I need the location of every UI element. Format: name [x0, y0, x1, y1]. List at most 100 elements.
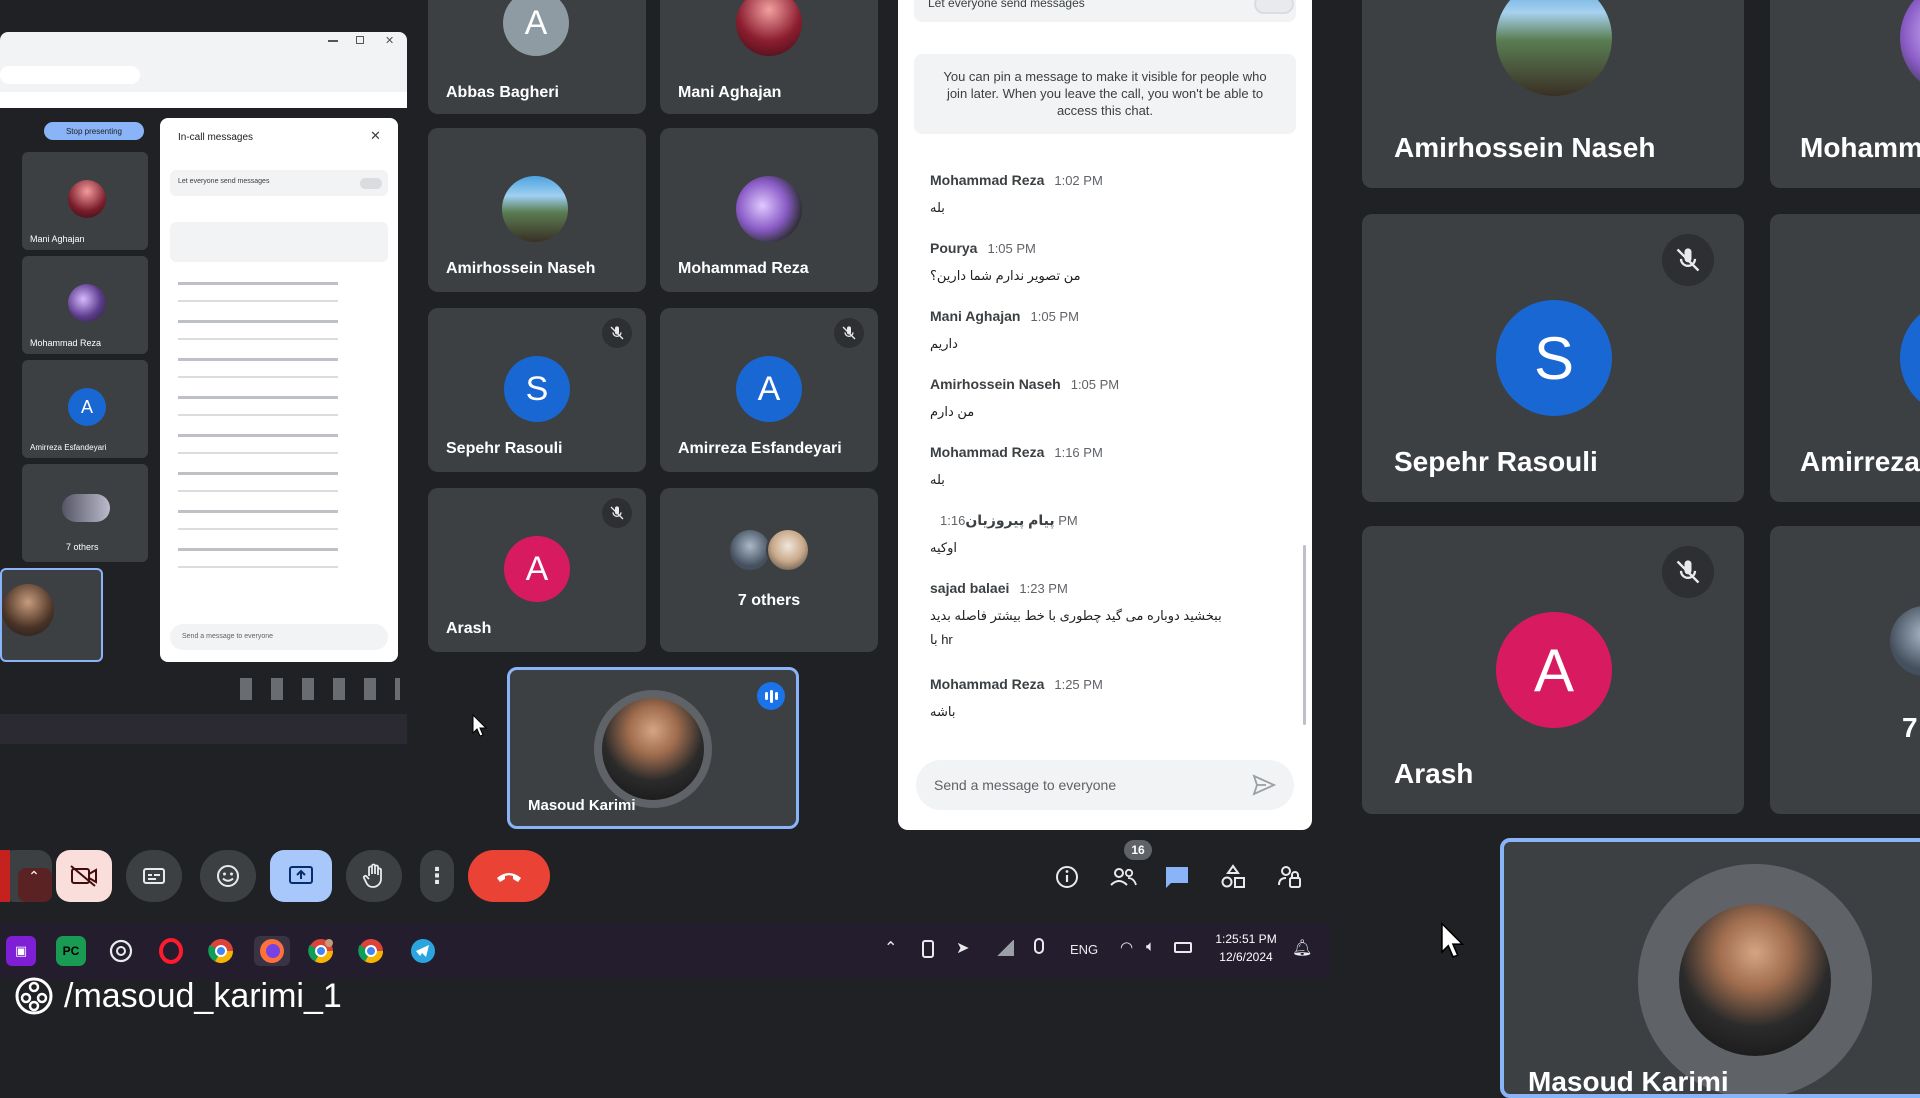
participant-tile-large[interactable]: Amirhossein Naseh [1362, 0, 1744, 188]
send-messages-toggle[interactable] [1254, 0, 1294, 14]
firefox-icon[interactable] [254, 936, 290, 966]
close-icon[interactable]: ✕ [385, 34, 394, 47]
taskbar-app-icon[interactable]: ▣ [6, 936, 36, 966]
self-tile[interactable]: Masoud Karimi [507, 667, 799, 829]
camera-off-button[interactable] [56, 850, 112, 902]
chrome-icon[interactable] [206, 936, 236, 966]
raise-hand-button[interactable] [346, 850, 402, 902]
avatar [2, 584, 54, 636]
inner-toggle[interactable] [360, 178, 382, 189]
minimize-icon[interactable] [328, 40, 338, 42]
people-button[interactable] [1106, 862, 1140, 892]
send-icon[interactable] [1252, 774, 1276, 796]
message-sender: پیام پیروزیان [965, 512, 1055, 528]
chat-button[interactable] [1160, 862, 1194, 892]
chat-message: Mohammad Reza 1:25 PM باشه [930, 676, 1290, 720]
participant-count-badge: 16 [1124, 840, 1152, 860]
pin-notice: You can pin a message to make it visible… [914, 54, 1296, 134]
participant-tile-large[interactable]: S Sepehr Rasouli [1362, 214, 1744, 502]
taskbar-app-icon[interactable]: PC [56, 936, 86, 966]
chat-message: Pourya 1:05 PM من تصویر ندارم شما دارین؟ [930, 240, 1290, 284]
inner-tile: Mani Aghajan [22, 152, 148, 250]
participant-name: Masoud Karimi [528, 797, 636, 814]
toggle-row: Let everyone send messages [914, 0, 1296, 22]
participant-name: Amirreza [1800, 446, 1920, 477]
participant-tile[interactable]: A Abbas Bagheri [428, 0, 646, 114]
avatar: S [1496, 300, 1612, 416]
avatar [1890, 606, 1920, 676]
chat-message: Mani Aghajan 1:05 PM داریم [930, 308, 1290, 352]
meeting-details-button[interactable] [1050, 862, 1084, 892]
chat-message: sajad balaei 1:23 PM ببخشید دوباره می گید… [930, 580, 1290, 648]
inner-input-placeholder: Send a message to everyone [182, 633, 274, 640]
participant-tile[interactable]: Mohammad Reza [660, 128, 878, 292]
toggle-label: Let everyone send messages [928, 0, 1085, 10]
participant-tile[interactable]: A Amirreza Esfandeyari [660, 308, 878, 472]
participant-tile[interactable]: S Sepehr Rasouli [428, 308, 646, 472]
inner-tile: Mohammad Reza [22, 256, 148, 354]
show-hidden-icons[interactable]: ⌃ [884, 938, 897, 958]
avatar: A [68, 388, 106, 426]
telegram-tray-icon[interactable]: ➤ [956, 938, 969, 958]
chatgpt-icon[interactable] [106, 936, 136, 966]
self-tile-large[interactable]: Masoud Karimi [1500, 838, 1920, 1098]
chat-message: پیام پیروزیان1:16 PM اوکیه [930, 512, 1290, 556]
caret-up-button[interactable]: ⌃ [0, 850, 52, 902]
inner-pin-notice [170, 222, 388, 262]
inner-tile: 7 others [22, 464, 148, 562]
notification-bell-icon[interactable]: 🔔︎ [1292, 938, 1312, 958]
end-call-button[interactable] [468, 850, 550, 902]
telegram-icon[interactable] [408, 936, 438, 966]
participant-tile-large[interactable]: A Arash [1362, 526, 1744, 814]
clock-time[interactable]: 1:25:51 PM [1208, 932, 1284, 946]
inner-message-input[interactable]: Send a message to everyone [170, 624, 388, 650]
close-icon[interactable]: ✕ [370, 128, 381, 144]
others-tile[interactable]: 7 others [660, 488, 878, 652]
host-controls-button[interactable] [1272, 862, 1306, 892]
address-bar[interactable] [0, 66, 140, 84]
inner-panel-title: In-call messages [178, 132, 254, 143]
message-input[interactable]: Send a message to everyone [916, 760, 1294, 810]
chat-message: Mohammad Reza 1:16 PM بله [930, 444, 1290, 488]
tile-name: Mohammad Reza [30, 338, 102, 348]
participant-name: Masoud Karimi [1528, 1066, 1729, 1097]
reactions-button[interactable] [200, 850, 256, 902]
message-sender: Mani Aghajan [930, 308, 1021, 324]
mic-off-icon [602, 318, 632, 348]
more-options-button[interactable]: ⋮ [420, 850, 454, 902]
activities-button[interactable] [1216, 862, 1250, 892]
chrome-profile-icon[interactable] [306, 936, 336, 966]
participant-tile[interactable]: Amirhossein Naseh [428, 128, 646, 292]
participant-tile[interactable]: Mani Aghajan [660, 0, 878, 114]
language-indicator[interactable]: ENG [1070, 942, 1098, 957]
captions-button[interactable] [126, 850, 182, 902]
mic-off-icon [834, 318, 864, 348]
clock-date[interactable]: 12/6/2024 [1208, 950, 1284, 964]
message-text: بله [930, 472, 945, 487]
message-text: ببخشید دوباره می گید چطوری با خط بیشتر ف… [930, 608, 1222, 623]
opera-icon[interactable] [156, 936, 186, 966]
inner-toggle-label: Let everyone send messages [178, 178, 270, 185]
avatar [736, 0, 802, 56]
present-button[interactable] [270, 850, 332, 902]
inner-taskbar [0, 714, 407, 744]
chat-scrollbar[interactable] [1303, 545, 1306, 725]
participant-tile-large[interactable]: Mohamm [1770, 0, 1920, 188]
watermark-text: /masoud_karimi_1 [64, 976, 342, 1015]
maximize-icon[interactable] [356, 36, 364, 44]
chevron-up-icon: ⌃ [28, 867, 40, 884]
mic-off-icon [602, 498, 632, 528]
mic-off-icon [1662, 234, 1714, 286]
message-time: 1:05 PM [1070, 377, 1120, 392]
participant-name: Arash [446, 620, 492, 637]
chrome-profile-icon[interactable] [356, 936, 386, 966]
others-tile-large[interactable]: 7 [1770, 526, 1920, 814]
usb-icon [922, 940, 934, 958]
participant-name: Sepehr Rasouli [1394, 446, 1598, 477]
stop-presenting-button[interactable]: Stop presenting [44, 122, 144, 140]
avatar: A [1900, 300, 1920, 416]
participant-tile[interactable]: A Arash [428, 488, 646, 652]
captions-icon [143, 868, 165, 884]
participant-tile-large[interactable]: A Amirreza [1770, 214, 1920, 502]
camera-off-icon [70, 865, 97, 887]
